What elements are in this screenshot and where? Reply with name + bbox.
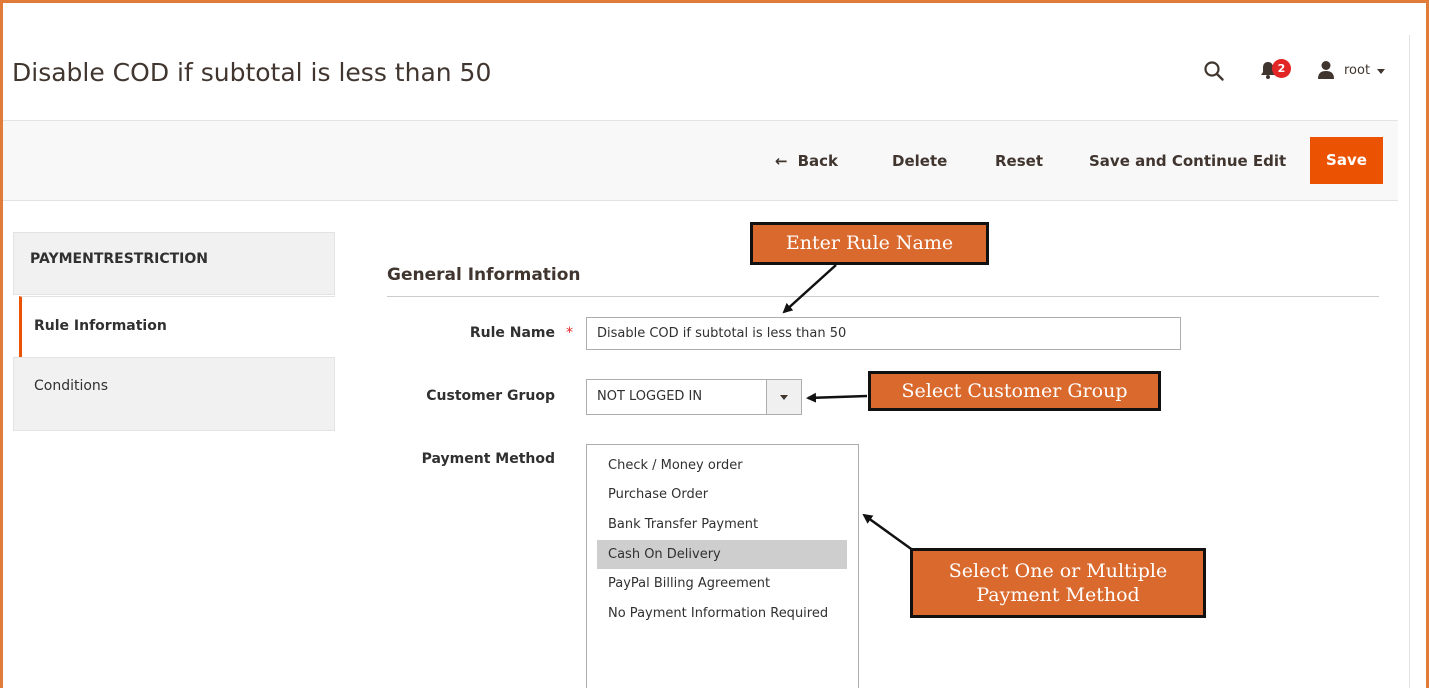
payment-option-no-payment-required[interactable]: No Payment Information Required: [597, 599, 847, 628]
payment-option-cash-on-delivery[interactable]: Cash On Delivery: [597, 540, 847, 569]
delete-button[interactable]: Delete: [892, 152, 947, 170]
notification-count-badge[interactable]: 2: [1272, 59, 1291, 78]
callout-payment-line-2: Payment Method: [976, 584, 1140, 606]
customer-group-selected-value[interactable]: NOT LOGGED IN: [597, 389, 702, 404]
payment-option-check-money-order[interactable]: Check / Money order: [597, 451, 847, 480]
save-and-continue-button[interactable]: Save and Continue Edit: [1089, 152, 1286, 170]
payment-option-bank-transfer[interactable]: Bank Transfer Payment: [597, 510, 847, 539]
sidebar-item-rule-information-label[interactable]: Rule Information: [34, 318, 167, 334]
rule-name-input[interactable]: Disable COD if subtotal is less than 50: [586, 317, 1181, 350]
search-icon[interactable]: [1203, 60, 1225, 82]
callout-select-payment-method: Select One or Multiple Payment Method: [910, 548, 1206, 618]
chevron-down-icon[interactable]: [780, 395, 788, 400]
callout-enter-rule-name: Enter Rule Name: [750, 222, 989, 265]
caret-down-icon[interactable]: [1377, 69, 1385, 74]
page-title: Disable COD if subtotal is less than 50: [12, 58, 492, 87]
payment-method-label: Payment Method: [421, 451, 555, 467]
reset-button[interactable]: Reset: [995, 152, 1043, 170]
payment-option-paypal-billing[interactable]: PayPal Billing Agreement: [597, 569, 847, 598]
callout-select-customer-group: Select Customer Group: [868, 371, 1161, 411]
required-marker: *: [566, 325, 573, 341]
section-title-general-information: General Information: [387, 265, 581, 285]
sidebar-item-conditions[interactable]: [13, 357, 335, 431]
section-divider: [387, 296, 1379, 297]
account-username[interactable]: root: [1344, 63, 1370, 78]
sidebar-item-conditions-label[interactable]: Conditions: [34, 378, 108, 394]
save-button[interactable]: Save: [1310, 137, 1383, 184]
payment-option-purchase-order[interactable]: Purchase Order: [597, 480, 847, 509]
page-right-divider: [1409, 35, 1410, 688]
callout-payment-line-1: Select One or Multiple: [948, 560, 1168, 582]
customer-group-label: Customer Gruop: [426, 388, 555, 404]
user-icon[interactable]: [1317, 60, 1335, 80]
arrow-left-icon: ←: [775, 152, 788, 170]
rule-name-label: Rule Name: [469, 325, 555, 341]
back-button[interactable]: ← Back: [775, 152, 838, 170]
back-button-label: Back: [797, 152, 839, 170]
sidebar-heading: PAYMENTRESTRICTION: [30, 251, 208, 267]
